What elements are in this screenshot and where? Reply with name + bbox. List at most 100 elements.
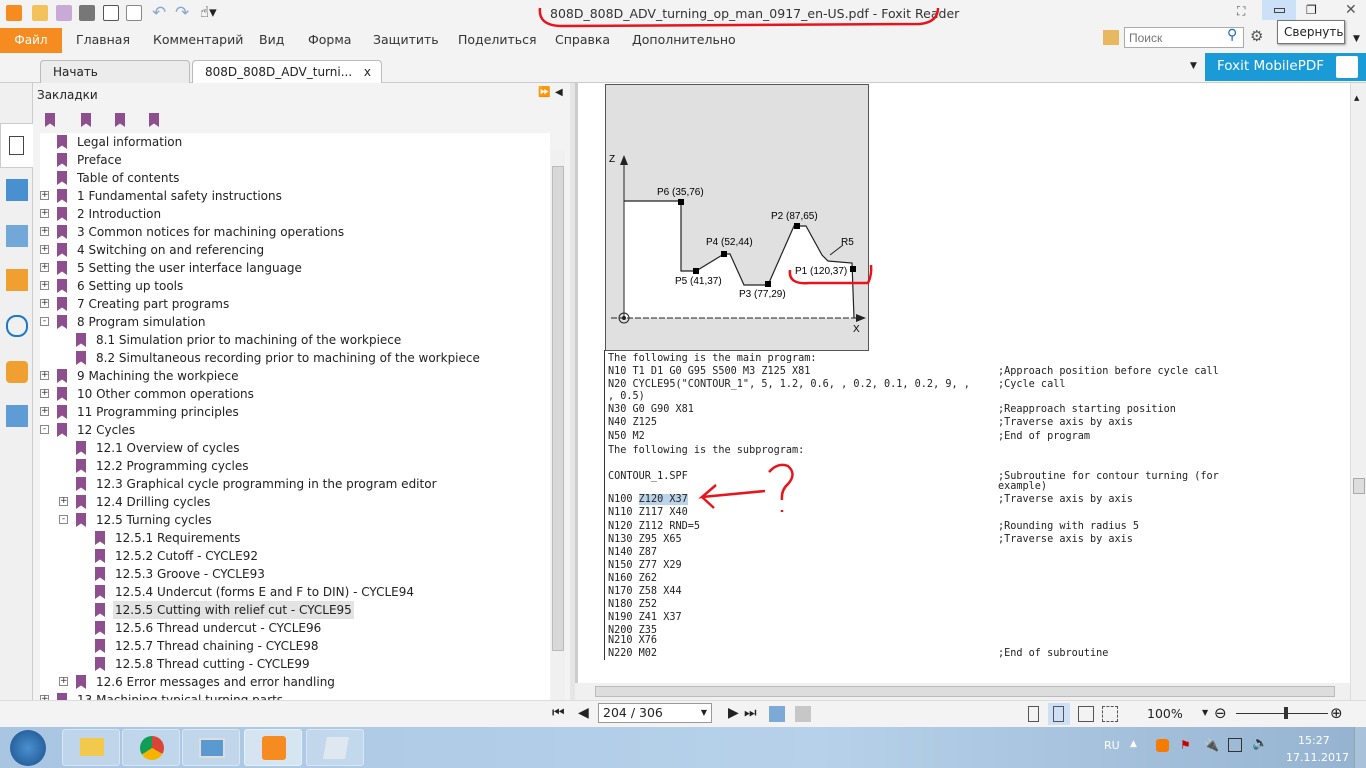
action-center-icon[interactable]: ⚑: [1180, 738, 1191, 752]
continuous-page-icon[interactable]: [1048, 703, 1070, 725]
expand-icon[interactable]: +: [40, 263, 49, 272]
bookmark-item[interactable]: +11 Programming principles: [40, 403, 550, 421]
bookmark-item[interactable]: 12.5.8 Thread cutting - CYCLE99: [40, 655, 550, 673]
expand-icon[interactable]: +: [40, 191, 49, 200]
last-page-button[interactable]: ⏭: [744, 705, 757, 721]
next-page-button[interactable]: ▶: [728, 705, 739, 721]
bookmark-item[interactable]: +1 Fundamental safety instructions: [40, 187, 550, 205]
bookmark-item[interactable]: +3 Common notices for machining operatio…: [40, 223, 550, 241]
attachments-icon[interactable]: [6, 315, 28, 337]
menu-comment[interactable]: Комментарий: [153, 32, 243, 47]
bookmark-item[interactable]: 12.5.6 Thread undercut - CYCLE96: [40, 619, 550, 637]
bookmark-item[interactable]: - 12.5 Turning cycles: [40, 511, 550, 529]
language-indicator[interactable]: RU: [1104, 739, 1120, 752]
expand-icon[interactable]: +: [40, 299, 49, 308]
zoom-out-button[interactable]: ⊖: [1214, 704, 1227, 722]
show-desktop-button[interactable]: [1354, 727, 1366, 768]
redo-icon[interactable]: ↷: [175, 3, 189, 23]
open-folder-icon[interactable]: [32, 5, 48, 21]
expand-icon[interactable]: +: [40, 209, 49, 218]
zoom-level[interactable]: 100%: [1147, 706, 1183, 721]
lock-icon[interactable]: [6, 361, 28, 383]
document-vertical-scrollbar[interactable]: ▲: [1350, 83, 1366, 700]
explorer-taskbar-button[interactable]: [62, 729, 120, 766]
layers-icon[interactable]: [6, 225, 28, 247]
delete-bookmark-icon[interactable]: [45, 113, 55, 127]
clock-time[interactable]: 15:27: [1298, 734, 1330, 747]
bookmark-options-icon[interactable]: [149, 113, 159, 127]
scrollbar-thumb[interactable]: [595, 686, 1335, 697]
bookmark-item[interactable]: 12.5.2 Cutoff - CYCLE92: [40, 547, 550, 565]
collapse-icon[interactable]: -: [40, 317, 49, 326]
collapse-icon[interactable]: -: [40, 425, 49, 434]
photos-taskbar-button[interactable]: [182, 729, 240, 766]
page-number-input[interactable]: 204 / 306 ▼: [598, 703, 712, 723]
bookmark-item[interactable]: +7 Creating part programs: [40, 295, 550, 313]
expand-icon[interactable]: +: [40, 227, 49, 236]
print-icon[interactable]: [79, 5, 95, 21]
bookmark-item[interactable]: - 12 Cycles: [40, 421, 550, 439]
bookmark-item[interactable]: 8.1 Simulation prior to machining of the…: [40, 331, 550, 349]
volume-icon[interactable]: 🔈: [1252, 736, 1268, 751]
menu-view[interactable]: Вид: [259, 32, 284, 47]
close-tab-icon[interactable]: x: [364, 65, 371, 79]
power-icon[interactable]: 🔌: [1204, 738, 1219, 752]
expand-icon[interactable]: +: [40, 389, 49, 398]
bookmark-item[interactable]: - 8 Program simulation: [40, 313, 550, 331]
zoom-in-button[interactable]: ⊕: [1330, 704, 1343, 722]
chrome-taskbar-button[interactable]: [122, 729, 180, 766]
bookmark-item[interactable]: 12.5.5 Cutting with relief cut - CYCLE95: [40, 601, 550, 619]
tab-start[interactable]: Начать: [40, 60, 190, 83]
notepad-taskbar-button[interactable]: [306, 729, 364, 766]
expand-icon[interactable]: +: [59, 677, 68, 686]
network-icon[interactable]: [1228, 738, 1242, 752]
bookmark-item[interactable]: 12.1 Overview of cycles: [40, 439, 550, 457]
bookmark-item[interactable]: +13 Machining typical turning parts: [40, 691, 550, 700]
signature-icon[interactable]: [6, 405, 28, 427]
expand-icon[interactable]: +: [40, 407, 49, 416]
zoom-slider[interactable]: [1236, 713, 1328, 714]
expand-icon[interactable]: +: [40, 281, 49, 290]
bookmark-item[interactable]: Table of contents: [40, 169, 550, 187]
bookmark-item[interactable]: Legal information: [40, 133, 550, 151]
single-page-icon[interactable]: [1028, 706, 1039, 722]
scrollbar-thumb[interactable]: [1353, 478, 1365, 494]
show-hidden-icons[interactable]: ▲: [1130, 739, 1137, 749]
zoom-slider-thumb[interactable]: [1284, 707, 1289, 719]
continuous-facing-icon[interactable]: [1102, 706, 1118, 722]
bookmark-item[interactable]: Preface: [40, 151, 550, 169]
bookmark-item[interactable]: 12.5.3 Groove - CYCLE93: [40, 565, 550, 583]
start-button[interactable]: [10, 730, 46, 766]
previous-view-icon[interactable]: [769, 706, 785, 722]
menu-protect[interactable]: Защитить: [373, 32, 439, 47]
bookmark-item[interactable]: 12.2 Programming cycles: [40, 457, 550, 475]
undo-icon[interactable]: ↶: [152, 3, 166, 23]
hand-tool-icon[interactable]: ☝▾: [200, 3, 217, 21]
avast-icon[interactable]: [1156, 739, 1169, 752]
bookmark-item[interactable]: 12.5.7 Thread chaining - CYCLE98: [40, 637, 550, 655]
bookmark-item[interactable]: +9 Machining the workpiece: [40, 367, 550, 385]
save-icon[interactable]: [56, 5, 72, 21]
bookmark-item[interactable]: +6 Setting up tools: [40, 277, 550, 295]
bookmark-item[interactable]: +5 Setting the user interface language: [40, 259, 550, 277]
page-dropdown-icon[interactable]: ▼: [701, 708, 707, 717]
bookmark-item[interactable]: +12.6 Error messages and error handling: [40, 673, 550, 691]
first-page-button[interactable]: ⏮: [552, 705, 565, 721]
expand-icon[interactable]: +: [40, 371, 49, 380]
expand-icon[interactable]: +: [40, 245, 49, 254]
next-view-icon[interactable]: [795, 706, 811, 722]
bookmark-item[interactable]: +10 Other common operations: [40, 385, 550, 403]
bookmark-item[interactable]: 12.3 Graphical cycle programming in the …: [40, 475, 550, 493]
collapse-icon[interactable]: -: [59, 515, 68, 524]
menu-home[interactable]: Главная: [76, 32, 130, 47]
bookmark-item[interactable]: 8.2 Simultaneous recording prior to mach…: [40, 349, 550, 367]
foxit-taskbar-button[interactable]: [244, 729, 302, 766]
move-bookmark-icon[interactable]: [115, 113, 125, 127]
zoom-dropdown-icon[interactable]: ▼: [1202, 708, 1208, 717]
bookmarks-panel-button[interactable]: [0, 123, 33, 168]
tab-document[interactable]: 808D_808D_ADV_turni... x: [192, 60, 382, 83]
new-document-icon[interactable]: [126, 5, 142, 21]
menu-file[interactable]: Файл: [0, 28, 62, 53]
menu-form[interactable]: Форма: [308, 32, 351, 47]
expand-icon[interactable]: +: [59, 497, 68, 506]
